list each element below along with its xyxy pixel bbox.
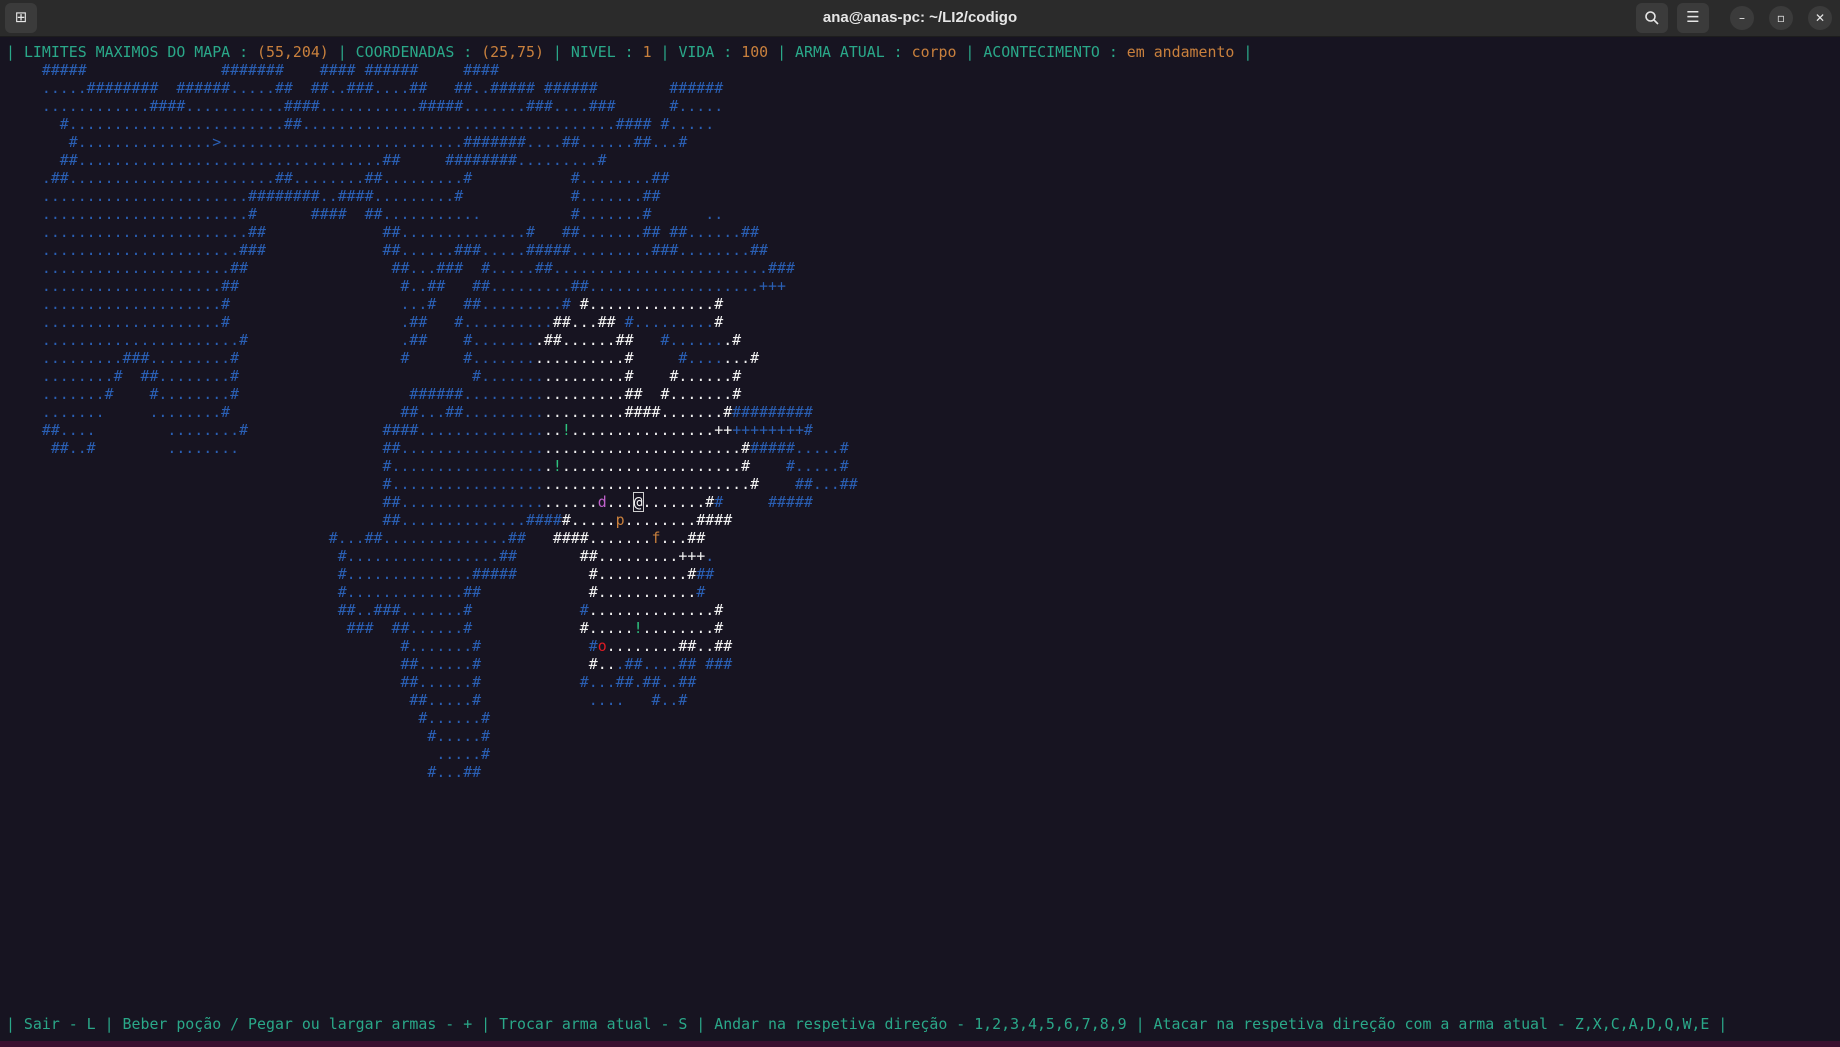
minimize-button[interactable]: – bbox=[1730, 6, 1754, 30]
window-titlebar: ⊞ ana@anas-pc: ~/LI2/codigo ☰ – ▫ ✕ bbox=[0, 0, 1840, 37]
maximize-icon: ▫ bbox=[1776, 11, 1786, 25]
potion: ! bbox=[633, 619, 643, 637]
player-character: @ bbox=[632, 492, 644, 512]
maximize-button[interactable]: ▫ bbox=[1769, 6, 1793, 30]
enemy-f: f bbox=[651, 529, 661, 547]
close-icon: ✕ bbox=[1814, 11, 1826, 25]
coords-label: COORDENADAS : bbox=[355, 43, 473, 61]
potion: ! bbox=[561, 421, 571, 439]
potion: ! bbox=[552, 457, 562, 475]
menu-button[interactable]: ☰ bbox=[1677, 3, 1709, 33]
life-value: 100 bbox=[741, 43, 769, 61]
enemy-d: d bbox=[597, 493, 607, 511]
life-label: VIDA : bbox=[678, 43, 733, 61]
search-button[interactable] bbox=[1636, 3, 1668, 33]
level-label: NIVEL : bbox=[570, 43, 634, 61]
hamburger-menu-icon: ☰ bbox=[1686, 8, 1700, 26]
weapon-label: ARMA ATUAL : bbox=[795, 43, 903, 61]
status-bar: | LIMITES MAXIMOS DO MAPA : (55,204) | C… bbox=[6, 43, 1253, 61]
terminal-area[interactable]: | LIMITES MAXIMOS DO MAPA : (55,204) | C… bbox=[0, 36, 1840, 1047]
limits-value: (55,204) bbox=[257, 43, 329, 61]
coords-value: (25,75) bbox=[481, 43, 544, 61]
minimize-icon: – bbox=[1739, 11, 1745, 25]
level-value: 1 bbox=[642, 43, 652, 61]
game-map: ##### ####### #### ###### #### .....####… bbox=[41, 61, 858, 781]
event-value: em andamento bbox=[1126, 43, 1235, 61]
enemy-p: p bbox=[615, 511, 625, 529]
window-title: ana@anas-pc: ~/LI2/codigo bbox=[822, 9, 1018, 26]
enemy-o: o bbox=[597, 637, 607, 655]
exit-stairs: > bbox=[212, 133, 222, 151]
weapon-value: corpo bbox=[911, 43, 957, 61]
search-icon bbox=[1645, 11, 1659, 25]
close-button[interactable]: ✕ bbox=[1808, 6, 1832, 30]
terminal-bottom-border bbox=[0, 1041, 1840, 1047]
limits-label: LIMITES MAXIMOS DO MAPA : bbox=[23, 43, 249, 61]
controls-help: | Sair - L | Beber poção / Pegar ou larg… bbox=[6, 1015, 1728, 1033]
event-label: ACONTECIMENTO : bbox=[983, 43, 1118, 61]
